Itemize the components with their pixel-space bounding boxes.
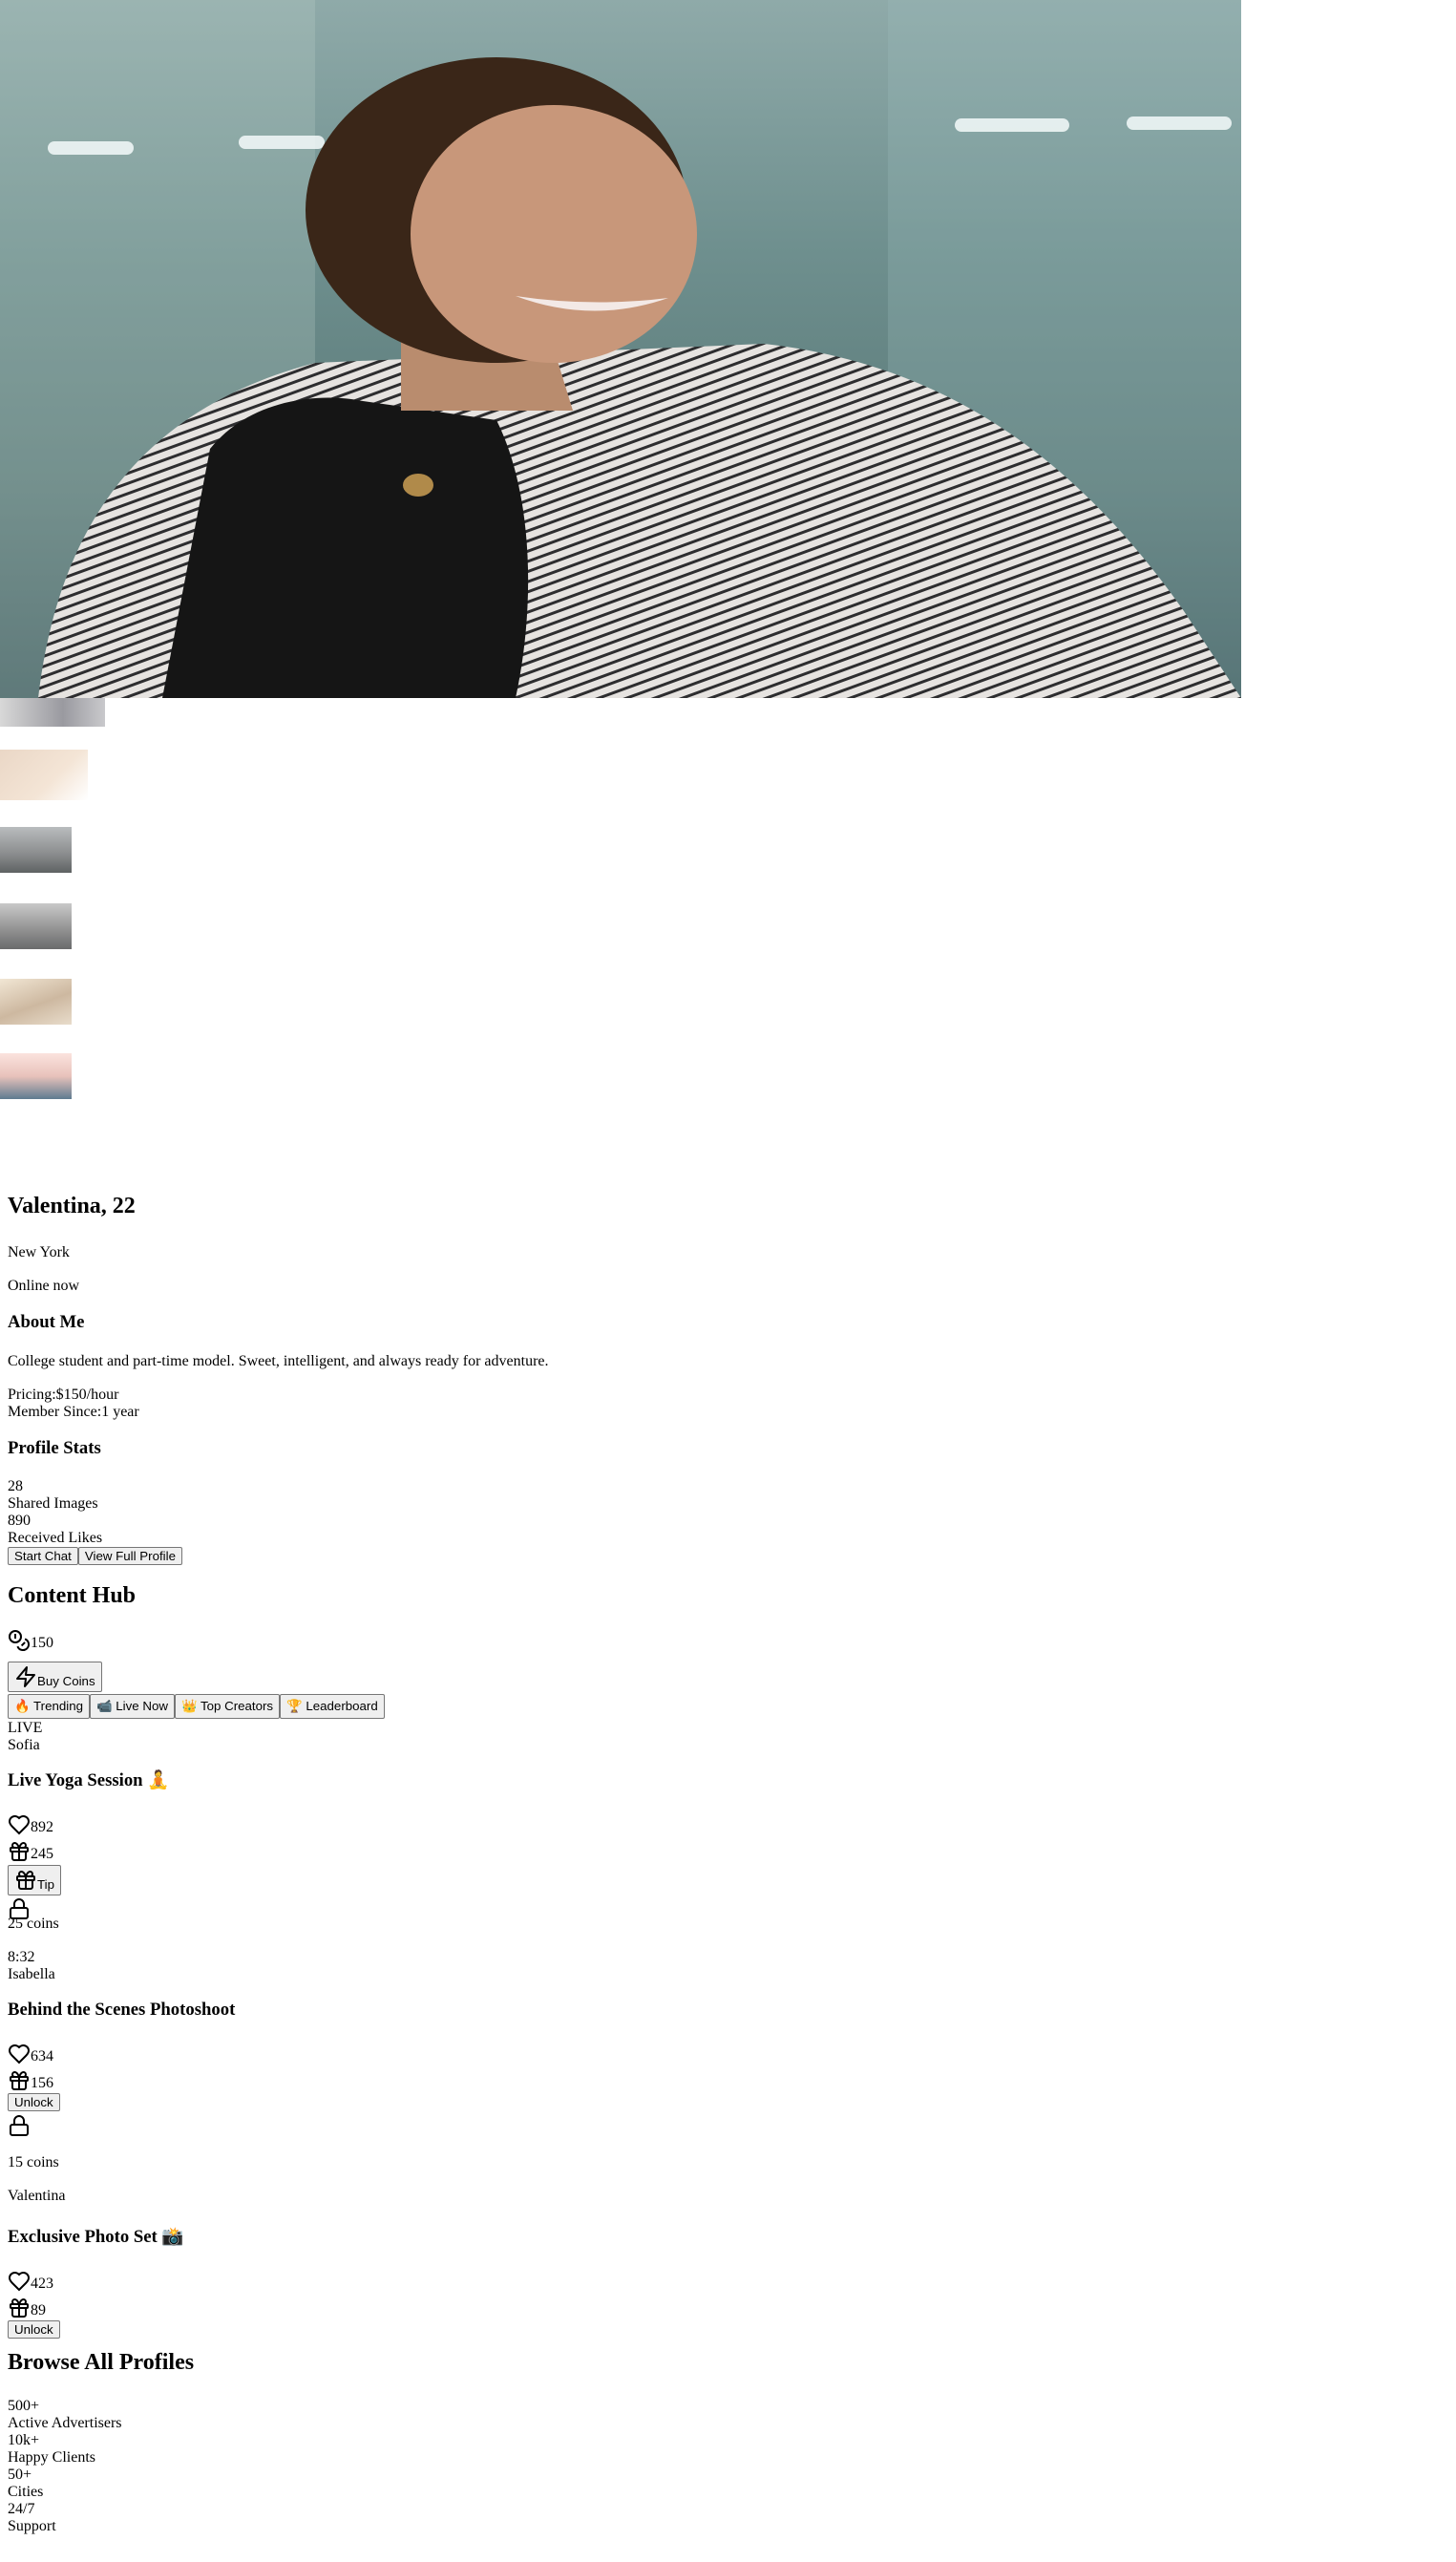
profile-location: New York [8, 1244, 70, 1260]
stat-label: Support [8, 2518, 56, 2534]
gift-count: 245 [8, 1840, 53, 1863]
creator-name: Valentina [8, 2188, 66, 2204]
gallery-thumbnail[interactable] [0, 827, 72, 873]
post-title: Exclusive Photo Set 📸 [8, 2227, 184, 2247]
stat-value: 500+ [8, 2398, 40, 2414]
like-count: 892 [8, 1813, 53, 1836]
pricing-value: $150/hour [55, 1387, 119, 1403]
gallery-thumbnail[interactable] [0, 903, 72, 949]
gift-count: 156 [8, 2069, 53, 2092]
heart-icon [8, 2043, 31, 2064]
like-count: 634 [8, 2043, 53, 2065]
stat-label: Cities [8, 2484, 44, 2500]
coins-icon [9, 1630, 30, 1651]
buy-coins-label: Buy Coins [37, 1674, 95, 1688]
gallery-thumbnail[interactable] [0, 698, 105, 727]
browse-profiles-title: Browse All Profiles [8, 2350, 195, 2375]
gift-icon [16, 1870, 35, 1890]
buy-coins-button[interactable]: Buy Coins [8, 1662, 102, 1692]
unlock-button[interactable]: Unlock [8, 2320, 60, 2339]
post-title: Behind the Scenes Photoshoot [8, 2000, 236, 2020]
member-since-row: Member Since:1 year [8, 1404, 139, 1421]
gift-count: 89 [8, 2297, 46, 2319]
pricing-label: Pricing: [8, 1387, 56, 1403]
heart-icon [8, 1814, 31, 1835]
tab-trending[interactable]: 🔥 Trending [8, 1694, 90, 1719]
tip-button[interactable]: Tip [8, 1865, 61, 1895]
gallery-thumbnail[interactable] [0, 979, 72, 1025]
gift-icon [10, 2297, 29, 2318]
view-full-profile-button[interactable]: View Full Profile [77, 1547, 182, 1565]
stat-label: Active Advertisers [8, 2415, 122, 2431]
live-badge: LIVE [8, 1720, 43, 1736]
stat-label: Shared Images [8, 1495, 98, 1512]
online-status: Online now [8, 1278, 80, 1294]
stats-heading: Profile Stats [8, 1438, 101, 1458]
heart-icon [8, 2271, 31, 2292]
profile-actions: Start Chat View Full Profile [8, 1547, 182, 1565]
gallery-thumbnail[interactable] [0, 750, 88, 800]
content-tabs: 🔥 Trending 📹 Live Now 👑 Top Creators 🏆 Lead… [8, 1694, 385, 1719]
stat-value: 890 [8, 1513, 31, 1529]
profile-name: Valentina, 22 [8, 1194, 136, 1218]
start-chat-button[interactable]: Start Chat [8, 1547, 78, 1565]
gallery-thumbnail[interactable] [0, 1053, 72, 1099]
about-heading: About Me [8, 1312, 85, 1332]
lightning-icon [16, 1666, 35, 1687]
lock-icon [10, 2115, 29, 2136]
about-text: College student and part-time model. Swe… [8, 1353, 549, 1369]
gift-icon [10, 1841, 29, 1861]
stat-value: 10k+ [8, 2432, 40, 2448]
coin-balance: 150 [8, 1629, 53, 1652]
tab-leaderboard[interactable]: 🏆 Leaderboard [280, 1694, 385, 1719]
creator-name: Sofia [8, 1737, 40, 1753]
member-label: Member Since: [8, 1404, 102, 1420]
stat-label: Happy Clients [8, 2449, 95, 2466]
post-price: 15 coins [8, 2154, 59, 2170]
post-price: 25 coins [8, 1916, 59, 1932]
content-hub-title: Content Hub [8, 1583, 137, 1608]
stat-value: 24/7 [8, 2501, 35, 2517]
member-value: 1 year [101, 1404, 139, 1420]
stat-value: 28 [8, 1478, 23, 1494]
creator-name: Isabella [8, 1966, 55, 1982]
stat-label: Received Likes [8, 1530, 103, 1546]
unlock-button[interactable]: Unlock [8, 2093, 60, 2111]
pricing-row: Pricing:$150/hour [8, 1387, 118, 1404]
tab-top-creators[interactable]: 👑 Top Creators [174, 1694, 281, 1719]
post-title: Live Yoga Session 🧘 [8, 1770, 170, 1790]
like-count: 423 [8, 2270, 53, 2293]
coin-count: 150 [31, 1635, 53, 1651]
video-duration: 8:32 [8, 1949, 35, 1965]
stat-value: 50+ [8, 2467, 32, 2483]
profile-hero-photo [0, 0, 1241, 698]
gift-icon [10, 2070, 29, 2090]
tab-live-now[interactable]: 📹 Live Now [90, 1694, 175, 1719]
